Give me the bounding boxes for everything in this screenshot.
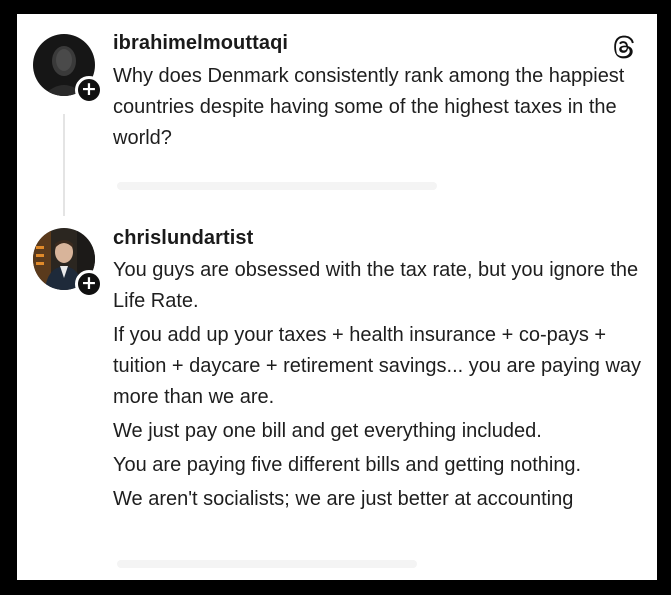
post-paragraph: We aren't socialists; we are just better… [113, 488, 574, 510]
post-paragraph: You guys are obsessed with the tax rate,… [113, 259, 639, 312]
post-body: You guys are obsessed with the tax rate,… [113, 255, 643, 515]
faded-action-bar [117, 560, 417, 568]
post-body: Why does Denmark consistently rank among… [113, 61, 633, 154]
threads-icon[interactable] [611, 35, 635, 59]
post-paragraph: Why does Denmark consistently rank among… [113, 65, 625, 149]
post-paragraph: You are paying five different bills and … [113, 454, 582, 476]
post-username[interactable]: ibrahimelmouttaqi [113, 32, 288, 55]
follow-plus-icon[interactable]: + [75, 76, 103, 104]
faded-action-bar [117, 182, 437, 190]
post-username[interactable]: chrislundartist [113, 227, 253, 250]
post-paragraph: We just pay one bill and get everything … [113, 420, 542, 442]
post-paragraph: If you add up your taxes + health insura… [113, 324, 642, 408]
thread-connector-line [63, 114, 65, 216]
threads-card: + ibrahimelmouttaqi Why does Denmark con… [17, 14, 657, 580]
follow-plus-icon[interactable]: + [75, 270, 103, 298]
